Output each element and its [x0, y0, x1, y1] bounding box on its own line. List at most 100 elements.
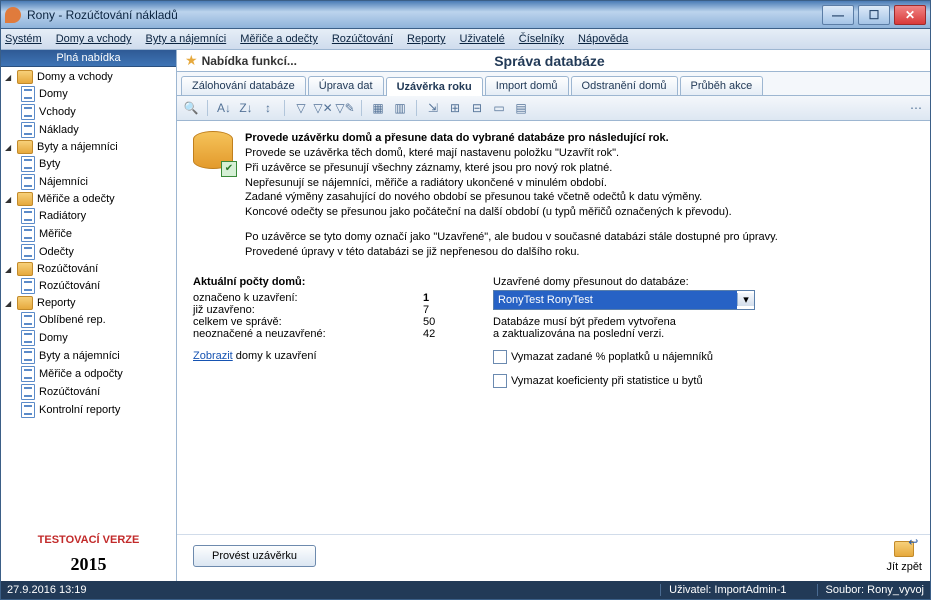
info-line: Při uzávěrce se přesunují všechny záznam…	[245, 161, 778, 176]
check-clear-percent[interactable]: Vymazat zadané % poplatků u nájemníků	[493, 350, 914, 364]
export-icon[interactable]: ⇲	[425, 100, 441, 116]
tree-item-label: Odečty	[39, 246, 74, 258]
close-button[interactable]: ✕	[894, 5, 926, 25]
functions-menu-label[interactable]: Nabídka funkcí...	[202, 54, 297, 68]
filter-edit-icon[interactable]: ▽✎	[337, 100, 353, 116]
folder-icon	[17, 140, 33, 154]
tab[interactable]: Odstranění domů	[571, 76, 678, 95]
menu-uzivatele[interactable]: Uživatelé	[460, 33, 505, 45]
tree-item[interactable]: Rozúčtování	[3, 383, 174, 401]
tree-group[interactable]: ◢Rozúčtování	[3, 261, 174, 277]
tree-item[interactable]: Vchody	[3, 103, 174, 121]
stat-row: již uzavřeno:7	[193, 304, 453, 316]
menubar: Systém Domy a vchody Byty a nájemníci Mě…	[1, 29, 930, 50]
menu-reporty[interactable]: Reporty	[407, 33, 446, 45]
tree-item[interactable]: Nájemníci	[3, 173, 174, 191]
document-icon	[21, 312, 35, 328]
document-icon	[21, 384, 35, 400]
document-icon	[21, 278, 35, 294]
tree-item-label: Radiátory	[39, 210, 86, 222]
checkbox-icon[interactable]	[493, 350, 507, 364]
tree-item-label: Měřiče	[39, 228, 72, 240]
document-icon	[21, 174, 35, 190]
menu-system[interactable]: Systém	[5, 33, 42, 45]
tab[interactable]: Uzávěrka roku	[386, 77, 483, 96]
tree-group[interactable]: ◢Měřiče a odečty	[3, 191, 174, 207]
checkbox-icon[interactable]	[493, 374, 507, 388]
tab[interactable]: Úprava dat	[308, 76, 384, 95]
more-icon[interactable]: ⋯	[908, 100, 924, 116]
tree-item[interactable]: Domy	[3, 85, 174, 103]
document-icon	[21, 104, 35, 120]
maximize-button[interactable]: ☐	[858, 5, 890, 25]
tree-item-label: Domy	[39, 332, 68, 344]
menu-napoveda[interactable]: Nápověda	[578, 33, 628, 45]
twisty-icon: ◢	[5, 143, 13, 151]
table-add-icon[interactable]: ⊞	[447, 100, 463, 116]
info-line: Provede se uzávěrka těch domů, které maj…	[245, 146, 778, 161]
check-clear-coeff[interactable]: Vymazat koeficienty při statistice u byt…	[493, 374, 914, 388]
toolbar: 🔍 A↓ Z↓ ↕ ▽ ▽✕ ▽✎ ▦ ▥ ⇲ ⊞ ⊟ ▭ ▤ ⋯	[177, 95, 930, 121]
document-icon	[21, 208, 35, 224]
columns-icon[interactable]: ▥	[392, 100, 408, 116]
tree-item[interactable]: Byty a nájemníci	[3, 347, 174, 365]
nav-tree: ◢Domy a vchodyDomyVchodyNáklady◢Byty a n…	[1, 67, 176, 528]
sort-desc-icon[interactable]: Z↓	[238, 100, 254, 116]
layout-icon[interactable]: ▭	[491, 100, 507, 116]
tab[interactable]: Zálohování databáze	[181, 76, 306, 95]
filter-icon[interactable]: ▽	[293, 100, 309, 116]
table-remove-icon[interactable]: ⊟	[469, 100, 485, 116]
run-closure-button[interactable]: Provést uzávěrku	[193, 545, 316, 567]
tree-item[interactable]: Měřiče a odpočty	[3, 365, 174, 383]
target-db-combo[interactable]: RonyTest RonyTest ▾	[493, 290, 755, 310]
window-title: Rony - Rozúčtování nákladů	[27, 8, 822, 22]
sort-clear-icon[interactable]: ↕	[260, 100, 276, 116]
main-header: ★ Nabídka funkcí... Správa databáze	[177, 50, 930, 72]
tree-item[interactable]: Odečty	[3, 243, 174, 261]
group-icon[interactable]: ▤	[513, 100, 529, 116]
tree-group[interactable]: ◢ Domy a vchody	[3, 69, 174, 85]
stat-label: neoznačené a neuzavřené:	[193, 328, 326, 340]
info-text: Provede uzávěrku domů a přesune data do …	[245, 131, 778, 260]
filter-clear-icon[interactable]: ▽✕	[315, 100, 331, 116]
document-icon	[21, 402, 35, 418]
tree-item[interactable]: Radiátory	[3, 207, 174, 225]
toolbar-separator	[284, 100, 285, 116]
sort-asc-icon[interactable]: A↓	[216, 100, 232, 116]
show-houses-link[interactable]: Zobrazit	[193, 350, 233, 362]
go-back[interactable]: ↩ Jít zpět	[887, 539, 922, 573]
tree-group[interactable]: ◢Byty a nájemníci	[3, 139, 174, 155]
search-icon[interactable]: 🔍	[183, 100, 199, 116]
grid-icon[interactable]: ▦	[370, 100, 386, 116]
document-icon	[21, 156, 35, 172]
menu-byty[interactable]: Byty a nájemníci	[146, 33, 227, 45]
tree-item[interactable]: Byty	[3, 155, 174, 173]
tree-item[interactable]: Měřiče	[3, 225, 174, 243]
twisty-icon: ◢	[5, 73, 13, 81]
folder-icon	[17, 70, 33, 84]
status-user: Uživatel: ImportAdmin-1	[660, 584, 786, 596]
tree-item[interactable]: Náklady	[3, 121, 174, 139]
sidebar: Plná nabídka ◢Domy a vchodyDomyVchodyNák…	[1, 50, 177, 581]
document-icon	[21, 226, 35, 242]
menu-rozuctovani[interactable]: Rozúčtování	[332, 33, 393, 45]
tree-group-label: Domy a vchody	[37, 71, 113, 83]
menu-ciselniky[interactable]: Číselníky	[519, 33, 564, 45]
tree-item[interactable]: Oblíbené rep.	[3, 311, 174, 329]
tree-item[interactable]: Kontrolní reporty	[3, 401, 174, 419]
info-line: Provedené úpravy v této databázi se již …	[245, 245, 778, 260]
tree-item[interactable]: Domy	[3, 329, 174, 347]
info-heading: Provede uzávěrku domů a přesune data do …	[245, 131, 778, 146]
tree-item-label: Rozúčtování	[39, 280, 100, 292]
menu-domy[interactable]: Domy a vchody	[56, 33, 132, 45]
twisty-icon: ◢	[5, 195, 13, 203]
chevron-down-icon[interactable]: ▾	[737, 293, 754, 306]
minimize-button[interactable]: —	[822, 5, 854, 25]
tree-group[interactable]: ◢Reporty	[3, 295, 174, 311]
window-buttons: — ☐ ✕	[822, 5, 926, 25]
tab[interactable]: Průběh akce	[680, 76, 764, 95]
menu-merice[interactable]: Měřiče a odečty	[240, 33, 318, 45]
tree-item[interactable]: Rozúčtování	[3, 277, 174, 295]
show-houses-rest: domy k uzavření	[233, 350, 317, 362]
tab[interactable]: Import domů	[485, 76, 569, 95]
